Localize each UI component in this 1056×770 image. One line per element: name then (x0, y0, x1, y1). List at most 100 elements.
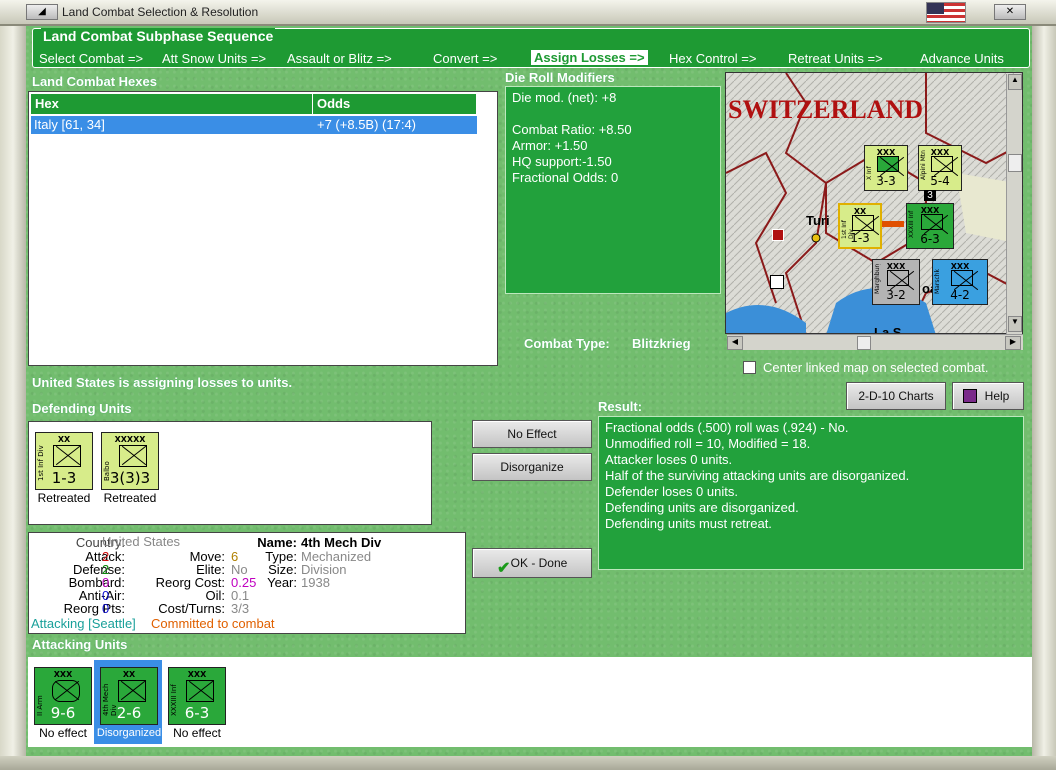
ok-done-label: OK - Done (510, 556, 568, 570)
hexes-table: Hex Odds Italy [61, 34] +7 (+8.5B) (17:4… (28, 91, 498, 366)
hex-column-header[interactable]: Hex (31, 94, 313, 114)
step-advance-units[interactable]: Advance Units (920, 51, 1004, 66)
step-select-combat[interactable]: Select Combat => (39, 51, 143, 66)
status-message: United States is assigning losses to uni… (32, 375, 293, 390)
scroll-thumb[interactable] (857, 336, 871, 350)
map-city-label: Turi (806, 213, 830, 228)
attack-arrow-icon (882, 221, 904, 227)
result-line: Half of the surviving attacking units ar… (605, 468, 910, 483)
hq-marker-icon (772, 229, 784, 241)
attacking-unit-counter[interactable]: XXX XXXIII Inf 6-3 (168, 667, 226, 725)
reorg-pts-label: Reorg Pts: (63, 601, 125, 616)
help-book-icon (963, 389, 977, 403)
reorg-pts-value: 0 (102, 601, 110, 616)
unit-strength: 6-3 (920, 232, 940, 246)
mod-combat-ratio: Combat Ratio: +8.50 (512, 122, 632, 137)
result-title: Result: (598, 399, 643, 414)
infantry-icon (877, 156, 899, 172)
infantry-icon (852, 215, 874, 231)
defending-units-panel: XX 1st Inf Div 1-3 Retreated XXXXX Balbo… (28, 421, 432, 525)
step-assault-or-blitz[interactable]: Assault or Blitz => (287, 51, 392, 66)
combat-type-value: Blitzkrieg (632, 336, 691, 351)
armor-icon (52, 680, 80, 702)
no-effect-button[interactable]: No Effect (472, 420, 592, 448)
mod-armor: Armor: +1.50 (512, 138, 588, 153)
unit-strength: 3(3)3 (109, 469, 151, 487)
unit-strength: 2-6 (116, 704, 142, 722)
attacking-unit-status: No effect (39, 726, 87, 740)
map-region-label: SWITZERLAND (728, 95, 924, 124)
defending-unit-counter[interactable]: XXXXX Balbo 3(3)3 (101, 432, 159, 490)
center-map-checkbox[interactable] (743, 361, 756, 374)
mechanized-icon (887, 270, 909, 286)
attacking-unit-counter-selected[interactable]: XX 4th Mech Div 2-6 (100, 667, 158, 725)
scroll-thumb[interactable] (1008, 154, 1022, 172)
die-mod-net: Die mod. (net): +8 (512, 90, 617, 105)
map-horizontal-scrollbar[interactable]: ◀ ▶ (727, 334, 1023, 350)
map-unit-counter[interactable]: XXX Marschk 4-2 (932, 259, 988, 305)
subphase-steps: Select Combat => Att Snow Units => Assau… (39, 50, 1029, 67)
disorganize-button[interactable]: Disorganize (472, 453, 592, 481)
map-unit-counter[interactable]: XXX X Inf 3-3 (864, 145, 908, 191)
scroll-up-icon[interactable]: ▲ (1008, 74, 1022, 90)
center-map-label: Center linked map on selected combat. (763, 360, 989, 375)
charts-button[interactable]: 2-D-10 Charts (846, 382, 946, 410)
combat-type-label: Combat Type: (524, 336, 610, 351)
mod-fractional-odds: Fractional Odds: 0 (512, 170, 619, 185)
step-att-snow-units[interactable]: Att Snow Units => (162, 51, 266, 66)
mountain-infantry-icon (931, 156, 953, 172)
name-label: Name: (257, 535, 297, 550)
step-assign-losses[interactable]: Assign Losses => (531, 50, 648, 65)
scroll-down-icon[interactable]: ▼ (1008, 316, 1022, 332)
map-unit-counter[interactable]: XXX Marghburg 3-2 (872, 259, 920, 305)
step-hex-control[interactable]: Hex Control => (669, 51, 756, 66)
country-value: United States (102, 534, 181, 549)
committed-status: Committed to combat (151, 616, 275, 631)
infantry-icon (53, 445, 81, 467)
map-city-label: La S (874, 325, 902, 334)
window-menu-button[interactable]: ◢ (26, 4, 58, 20)
help-button[interactable]: Help (952, 382, 1024, 410)
attacking-units-panel: XXX II Arm 9-6 No effect XX 4th Mech Div… (28, 657, 1032, 747)
step-retreat-units[interactable]: Retreat Units => (788, 51, 883, 66)
infantry-icon (921, 214, 943, 230)
attacking-unit-counter[interactable]: XXX II Arm 9-6 (34, 667, 92, 725)
unit-strength: 1-3 (850, 231, 870, 245)
unit-info-panel: Country: United States Attack: 2 Defense… (28, 532, 466, 634)
unit-strength: 4-2 (950, 288, 970, 302)
table-row[interactable]: Italy [61, 34] +7 (+8.5B) (17:4) (31, 116, 477, 134)
result-line: Unmodified roll = 10, Modified = 18. (605, 436, 811, 451)
defending-unit-counter[interactable]: XX 1st Inf Div 1-3 (35, 432, 93, 490)
hexes-title: Land Combat Hexes (32, 74, 157, 89)
scroll-right-icon[interactable]: ▶ (1005, 336, 1021, 350)
modifiers-panel: Die mod. (net): +8 Combat Ratio: +8.50 A… (505, 86, 721, 294)
defending-title: Defending Units (32, 401, 132, 416)
unit-strength: 6-3 (184, 704, 210, 722)
cost-turns-value: 3/3 (231, 601, 250, 616)
unit-strength: 1-3 (51, 469, 77, 487)
modifiers-title: Die Roll Modifiers (505, 70, 615, 85)
map-unit-counter[interactable]: XXX Alpini Mtn 5-4 (918, 145, 962, 191)
map-vertical-scrollbar[interactable]: ▲ ▼ (1006, 74, 1022, 334)
defending-unit-status: Retreated (103, 491, 157, 505)
map-unit-counter[interactable]: XXX XXXIII Inf 6-3 (906, 203, 954, 249)
ok-done-button[interactable]: ✔ OK - Done (472, 548, 592, 578)
map-unit-counter-selected[interactable]: XX 1st Inf Div 1-3 (838, 203, 882, 249)
unit-strength: 3-2 (886, 288, 906, 302)
year-value: 1938 (301, 575, 330, 590)
checkmark-icon: ✔ (497, 560, 511, 577)
window-title-bar: ◢ Land Combat Selection & Resolution ✕ (0, 0, 1056, 26)
close-button[interactable]: ✕ (994, 4, 1026, 20)
row-odds: +7 (+8.5B) (17:4) (317, 117, 416, 132)
window-frame-bottom (0, 756, 1056, 770)
attacking-title: Attacking Units (32, 637, 128, 652)
subphase-sequence: Land Combat Subphase Sequence Select Com… (32, 28, 1030, 68)
infantry-icon (119, 445, 147, 467)
subphase-title: Land Combat Subphase Sequence (41, 28, 276, 44)
odds-column-header[interactable]: Odds (313, 94, 477, 114)
mechanized-icon (118, 680, 146, 702)
scroll-left-icon[interactable]: ◀ (727, 336, 743, 350)
linked-map[interactable]: SWITZERLAND Turi oa La S XXX X Inf 3-3 X… (725, 72, 1023, 334)
step-convert[interactable]: Convert => (433, 51, 497, 66)
name-value: 4th Mech Div (301, 535, 382, 550)
